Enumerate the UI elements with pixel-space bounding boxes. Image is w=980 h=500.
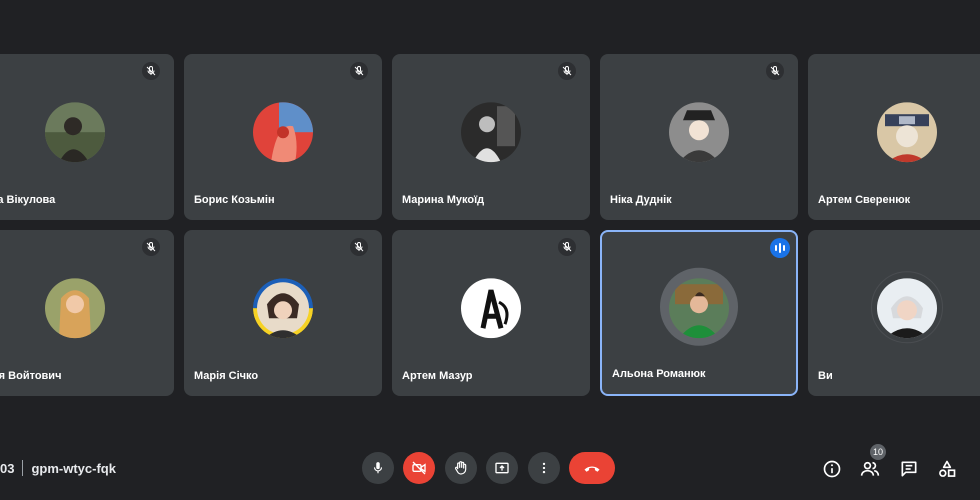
call-end-icon xyxy=(584,466,600,472)
speaking-indicator-icon xyxy=(770,238,790,258)
participant-tile[interactable]: Артем Сверенюк xyxy=(808,54,980,220)
call-control-bar: 03 gpm-wtyc-fqk 10 xyxy=(0,410,980,500)
participant-tile[interactable]: фія Войтович xyxy=(0,230,174,396)
participant-tile[interactable]: Марина Мукоїд xyxy=(392,54,590,220)
participant-name: Артем Мазур xyxy=(402,370,473,382)
participant-avatar xyxy=(45,102,105,163)
participant-name: Артем Сверенюк xyxy=(818,194,911,206)
leave-call-button[interactable] xyxy=(569,452,615,484)
mic-button[interactable] xyxy=(362,452,394,484)
meeting-details-button[interactable] xyxy=(819,456,845,482)
mic-off-icon xyxy=(766,62,784,80)
divider xyxy=(22,460,24,476)
mic-off-icon xyxy=(142,238,160,256)
participant-tile[interactable]: Марія Січко xyxy=(184,230,382,396)
raise-hand-button[interactable] xyxy=(445,452,477,484)
more-vert-icon xyxy=(542,462,546,474)
participant-name: Ніка Дуднік xyxy=(610,194,672,206)
hand-icon xyxy=(455,461,467,475)
mic-off-icon xyxy=(142,62,160,80)
meeting-code[interactable]: gpm-wtyc-fqk xyxy=(31,461,116,476)
mic-off-icon xyxy=(350,238,368,256)
participant-avatar xyxy=(461,102,521,163)
participant-avatar xyxy=(669,102,729,163)
participant-grid: ьга Вікулова Борис Козьмін Марина Мукоїд… xyxy=(0,0,980,410)
participant-avatar xyxy=(253,278,313,339)
participant-name: Ви xyxy=(818,370,833,382)
participant-avatar xyxy=(45,278,105,339)
info-icon xyxy=(823,460,841,478)
participant-name: ьга Вікулова xyxy=(0,194,56,206)
mic-icon xyxy=(373,462,383,474)
participant-tile-self[interactable]: Ви xyxy=(808,230,980,396)
participant-avatar xyxy=(877,278,937,339)
mic-off-icon xyxy=(350,62,368,80)
participant-tile[interactable]: Ніка Дуднік xyxy=(600,54,798,220)
participant-name: Марина Мукоїд xyxy=(402,194,485,206)
participant-name: фія Войтович xyxy=(0,370,62,382)
chat-button[interactable] xyxy=(896,456,922,482)
camera-button[interactable] xyxy=(403,452,435,484)
more-options-button[interactable] xyxy=(528,452,560,484)
participant-name: Марія Січко xyxy=(194,370,259,382)
people-count-badge: 10 xyxy=(870,444,886,460)
present-screen-icon xyxy=(495,462,509,474)
participant-tile[interactable]: ьга Вікулова xyxy=(0,54,174,220)
participant-tile[interactable]: Артем Мазур xyxy=(392,230,590,396)
participant-avatar xyxy=(253,102,313,163)
meeting-details: 03 gpm-wtyc-fqk xyxy=(0,460,116,476)
present-screen-button[interactable] xyxy=(486,452,518,484)
participant-tile-active-speaker[interactable]: Альона Романюк xyxy=(600,230,798,396)
participant-tile[interactable]: Борис Козьмін xyxy=(184,54,382,220)
activities-icon xyxy=(939,460,956,477)
mic-off-icon xyxy=(558,238,576,256)
participant-avatar xyxy=(669,278,729,339)
participant-avatar xyxy=(461,278,521,339)
chat-icon xyxy=(901,461,917,477)
participant-name: Борис Козьмін xyxy=(194,194,275,206)
videocam-off-icon xyxy=(412,461,426,475)
participant-name: Альона Романюк xyxy=(612,368,706,380)
mic-off-icon xyxy=(558,62,576,80)
participant-avatar xyxy=(877,102,937,163)
meeting-time: 03 xyxy=(0,460,15,476)
activities-button[interactable] xyxy=(934,456,960,482)
people-icon xyxy=(860,461,880,476)
